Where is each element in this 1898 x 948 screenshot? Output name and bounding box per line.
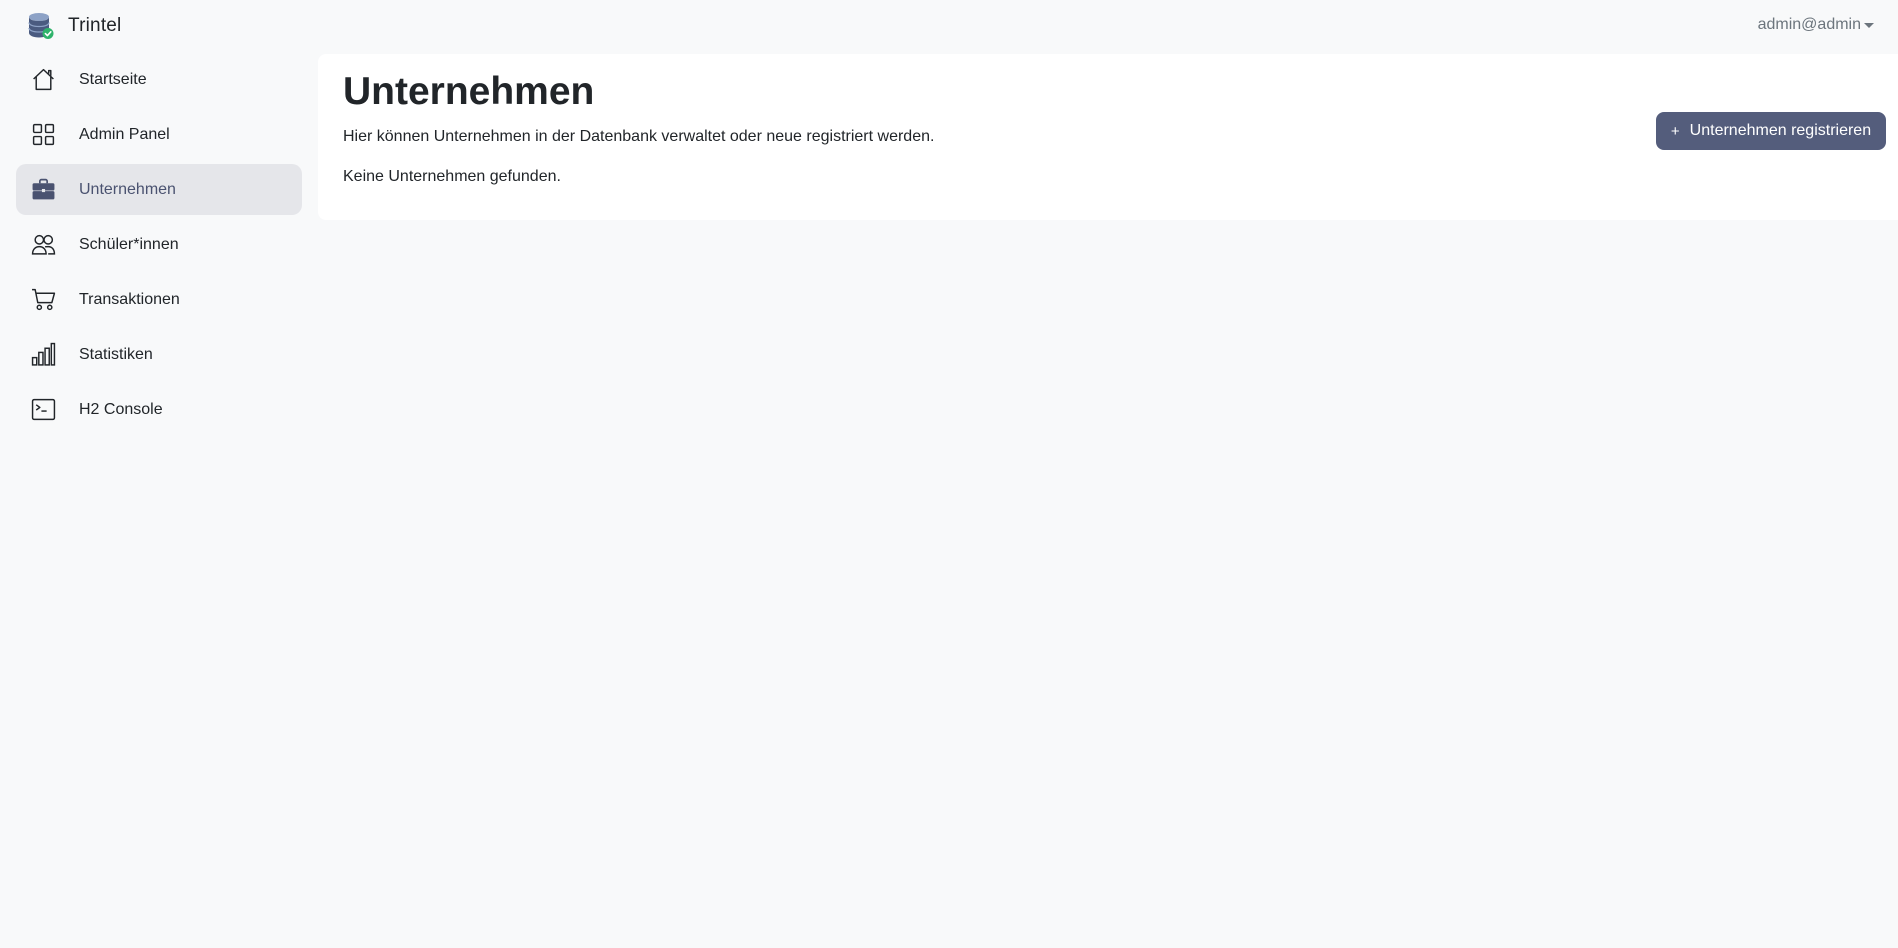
sidebar-item-label: Startseite — [79, 70, 147, 88]
sidebar-item-transaktionen[interactable]: Transaktionen — [16, 274, 302, 325]
user-menu-label: admin@admin — [1757, 16, 1861, 33]
cart-icon — [30, 287, 56, 313]
page-title: Unternehmen — [343, 70, 595, 113]
page-description: Hier können Unternehmen in der Datenbank… — [343, 128, 935, 145]
briefcase-icon — [30, 177, 56, 203]
main-content-card: Unternehmen Hier können Unternehmen in d… — [318, 54, 1898, 220]
sidebar-item-label: Statistiken — [79, 345, 153, 363]
brand[interactable]: Trintel — [28, 12, 121, 40]
sidebar-item-schuelerinnen[interactable]: Schüler*innen — [16, 219, 302, 270]
grid-icon — [30, 122, 56, 148]
terminal-icon — [30, 397, 56, 423]
people-icon — [30, 232, 56, 258]
bar-chart-icon — [30, 342, 56, 368]
sidebar-item-admin-panel[interactable]: Admin Panel — [16, 109, 302, 160]
database-check-icon — [28, 13, 54, 39]
register-company-button[interactable]: + Unternehmen registrieren — [1656, 112, 1886, 150]
register-button-label: Unternehmen registrieren — [1689, 122, 1872, 139]
sidebar: Startseite Admin Panel Unternehmen Schül… — [16, 54, 302, 439]
user-menu-dropdown[interactable]: admin@admin — [1758, 16, 1874, 34]
plus-icon: + — [1670, 122, 1680, 140]
sidebar-item-h2-console[interactable]: H2 Console — [16, 384, 302, 435]
empty-state-message: Keine Unternehmen gefunden. — [343, 168, 561, 185]
sidebar-item-label: Transaktionen — [79, 290, 180, 308]
brand-name: Trintel — [68, 15, 122, 36]
house-icon — [30, 67, 56, 93]
sidebar-item-label: H2 Console — [79, 400, 163, 418]
sidebar-item-label: Admin Panel — [79, 125, 170, 143]
sidebar-item-statistiken[interactable]: Statistiken — [16, 329, 302, 380]
sidebar-item-label: Unternehmen — [79, 180, 176, 198]
caret-down-icon — [1864, 23, 1874, 28]
sidebar-item-unternehmen[interactable]: Unternehmen — [16, 164, 302, 215]
sidebar-item-startseite[interactable]: Startseite — [16, 54, 302, 105]
top-navbar: Trintel admin@admin — [0, 0, 1898, 54]
sidebar-item-label: Schüler*innen — [79, 235, 179, 253]
